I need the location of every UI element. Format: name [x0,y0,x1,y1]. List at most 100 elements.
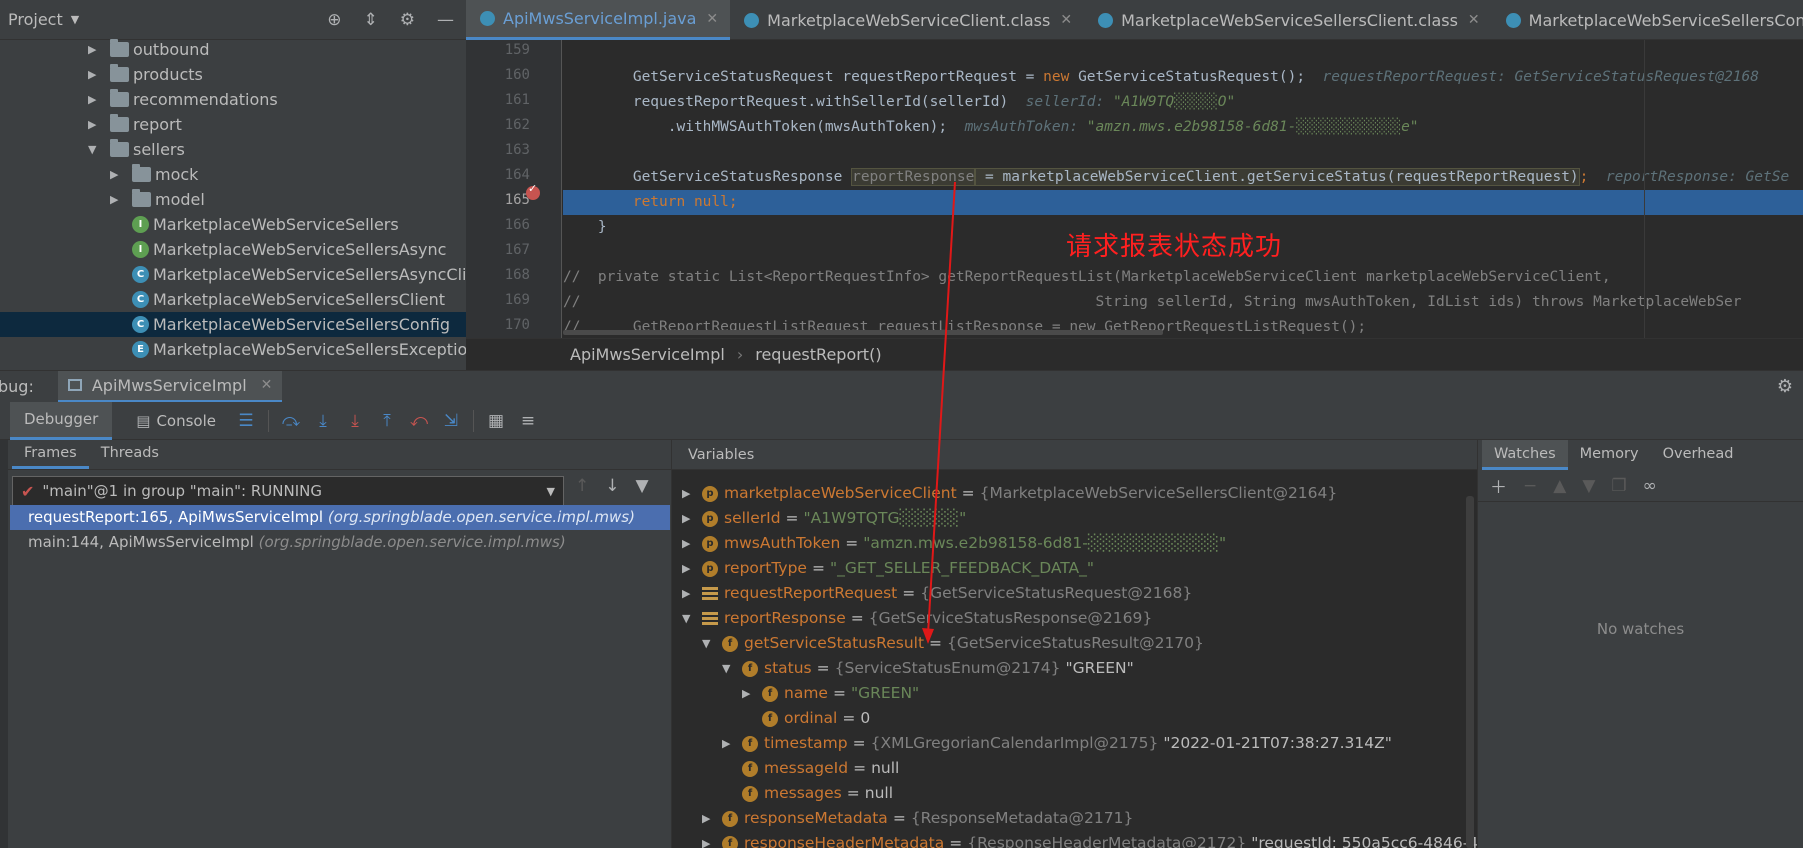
tree-file[interactable]: I MarketplaceWebServiceSellersAsync [132,237,446,262]
arrow-up-icon[interactable]: ↑ [575,476,589,496]
collapsed-icon[interactable]: ▶ [722,731,736,756]
evaluate-expression-icon[interactable]: ▦ [480,411,512,431]
editor-tab[interactable]: MarketplaceWebServiceSellersConfig.class… [1492,0,1803,40]
collapsed-icon[interactable]: ▶ [682,506,696,531]
move-down-icon[interactable]: ▼ [1582,476,1595,496]
tab-console[interactable]: ▤ Console [122,402,230,440]
debug-session-tab[interactable]: ApiMwsServiceImpl ✕ [57,370,283,403]
remove-watch-icon[interactable]: − [1523,476,1537,496]
collapsed-icon[interactable]: ▶ [702,831,716,848]
collapsed-icon[interactable]: ▶ [682,531,696,556]
tree-file[interactable]: E MarketplaceWebServiceSellersException [132,337,466,362]
force-step-into-icon[interactable]: ⤓ [339,411,371,431]
breadcrumb-class[interactable]: ApiMwsServiceImpl [570,345,725,364]
trace-current-stream-icon[interactable]: ≡ [512,411,544,431]
tree-folder[interactable]: ▶ products [88,62,203,87]
tab-watches[interactable]: Watches [1482,440,1568,470]
tree-file[interactable]: C MarketplaceWebServiceSellersAsyncClient [132,262,466,287]
frame-row[interactable]: requestReport:165, ApiMwsServiceImpl (or… [10,505,670,530]
horizontal-scrollbar[interactable] [563,330,1163,335]
editor-tab[interactable]: MarketplaceWebServiceSellersClient.class… [1084,0,1492,40]
tab-overhead[interactable]: Overhead [1651,440,1746,470]
tree-folder[interactable]: ▶ mock [110,162,198,187]
collapsed-icon[interactable]: ▶ [702,806,716,831]
variable-row[interactable]: ▶ requestReportRequest = {GetServiceStatusR… [682,581,1192,606]
editor-gutter[interactable]: 159 160 161 162 163 164 165 166 167 168 169 170 [466,40,562,338]
close-icon[interactable]: ✕ [261,377,273,393]
right-margin-guide [1644,40,1645,338]
tree-folder[interactable]: ▶ recommendations [88,87,278,112]
collapsed-icon[interactable]: ▶ [110,187,122,212]
collapsed-icon[interactable]: ▶ [88,62,100,87]
tab-threads[interactable]: Threads [89,439,171,469]
collapsed-icon[interactable]: ▶ [682,581,696,606]
gear-icon[interactable]: ⚙ [400,10,415,30]
variable-row[interactable]: f messages = null [722,781,893,806]
tree-file[interactable]: C MarketplaceWebServiceSellersConfig [0,312,466,337]
tab-frames[interactable]: Frames [12,439,89,469]
tree-folder[interactable]: ▶ outbound [88,37,210,62]
chevron-down-icon[interactable]: ▼ [547,485,555,498]
collapsed-icon[interactable]: ▶ [682,481,696,506]
project-title[interactable]: Project [8,10,63,29]
close-icon[interactable]: ✕ [706,11,718,27]
code-editor[interactable]: GetServiceStatusRequest requestReportReq… [563,40,1803,338]
expanded-icon[interactable]: ▼ [702,631,716,656]
copy-icon[interactable]: ❐ [1611,476,1626,496]
collapsed-icon[interactable]: ▶ [88,37,100,62]
variable-row[interactable]: f messageId = null [722,756,899,781]
hide-panel-icon[interactable]: — [437,10,454,30]
project-view-dropdown-icon[interactable]: ▼ [71,13,79,26]
expanded-icon[interactable]: ▼ [682,606,696,631]
filter-icon[interactable]: ▼ [636,476,649,496]
drop-frame-icon[interactable]: ⤺ [403,411,435,431]
editor-tab[interactable]: MarketplaceWebServiceClient.class ✕ [730,0,1084,40]
variable-row[interactable]: ▶ f responseHeaderMetadata = {ResponseHeader… [702,831,1477,848]
step-over-icon[interactable]: ⤼ [275,411,307,431]
variables-scrollbar[interactable] [1466,496,1474,848]
tree-folder[interactable]: ▶ model [110,187,205,212]
collapsed-icon[interactable]: ▶ [682,556,696,581]
close-icon[interactable]: ✕ [1060,12,1072,28]
breakpoint-icon[interactable] [526,182,540,200]
run-to-cursor-icon[interactable]: ⇲ [435,411,467,431]
close-icon[interactable]: ✕ [1468,12,1480,28]
tab-memory[interactable]: Memory [1568,440,1651,470]
tab-debugger[interactable]: Debugger [10,401,113,440]
collapsed-icon[interactable]: ▶ [88,112,100,137]
variable-row[interactable]: ▶ f responseMetadata = {ResponseMetadata@217… [702,806,1133,831]
expanded-icon[interactable]: ▼ [88,137,100,162]
collapsed-icon[interactable]: ▶ [110,162,122,187]
show-execution-point-icon[interactable]: ☰ [230,411,262,431]
tree-file[interactable]: I MarketplaceWebServiceSellers [132,212,399,237]
variable-row[interactable]: f ordinal = 0 [742,706,870,731]
collapse-all-icon[interactable]: ⇕ [364,10,378,30]
variable-row[interactable]: ▶ p sellerId = "A1W9TQTG░░░░░" [682,506,966,531]
add-watch-icon[interactable]: ＋ [1490,473,1507,498]
tree-file[interactable]: C MarketplaceWebServiceSellersClient [132,287,445,312]
thread-selector[interactable]: ✔ "main"@1 in group "main": RUNNING ▼ [12,476,564,506]
step-into-icon[interactable]: ⤓ [307,411,339,431]
editor-tab[interactable]: ApiMwsServiceImpl.java ✕ [466,0,731,40]
glasses-icon[interactable]: ∞ [1643,476,1657,496]
variable-row[interactable]: ▶ f timestamp = {XMLGregorianCalendarImpl@21… [722,731,1392,756]
expanded-icon[interactable]: ▼ [722,656,736,681]
collapsed-icon[interactable]: ▶ [742,681,756,706]
variable-row[interactable]: ▶ p mwsAuthToken = "amzn.mws.e2b98158-6d81-░… [682,531,1226,556]
variable-row[interactable]: ▼ f getServiceStatusResult = {GetServiceStat… [702,631,1204,656]
move-up-icon[interactable]: ▲ [1553,476,1566,496]
tree-folder[interactable]: ▶ report [88,112,182,137]
collapsed-icon[interactable]: ▶ [88,87,100,112]
tree-folder[interactable]: ▼ sellers [88,137,185,162]
variable-row[interactable]: ▼ reportResponse = {GetServiceStatusRespons… [682,606,1152,631]
variable-row[interactable]: ▶ f name = "GREEN" [742,681,919,706]
gear-icon[interactable]: ⚙ [1777,376,1793,397]
variable-row[interactable]: ▶ p reportType = "_GET_SELLER_FEEDBACK_DATA_… [682,556,1094,581]
breadcrumb-method[interactable]: requestReport() [755,345,881,364]
locate-icon[interactable]: ⊕ [327,10,341,30]
step-out-icon[interactable]: ⤒ [371,411,403,431]
variable-row[interactable]: ▼ f status = {ServiceStatusEnum@2174} "GREEN" [722,656,1134,681]
variable-row[interactable]: ▶ p marketplaceWebServiceClient = {Marketpla… [682,481,1337,506]
arrow-down-icon[interactable]: ↓ [605,476,619,496]
frame-row[interactable]: main:144, ApiMwsServiceImpl (org.springb… [10,530,670,555]
